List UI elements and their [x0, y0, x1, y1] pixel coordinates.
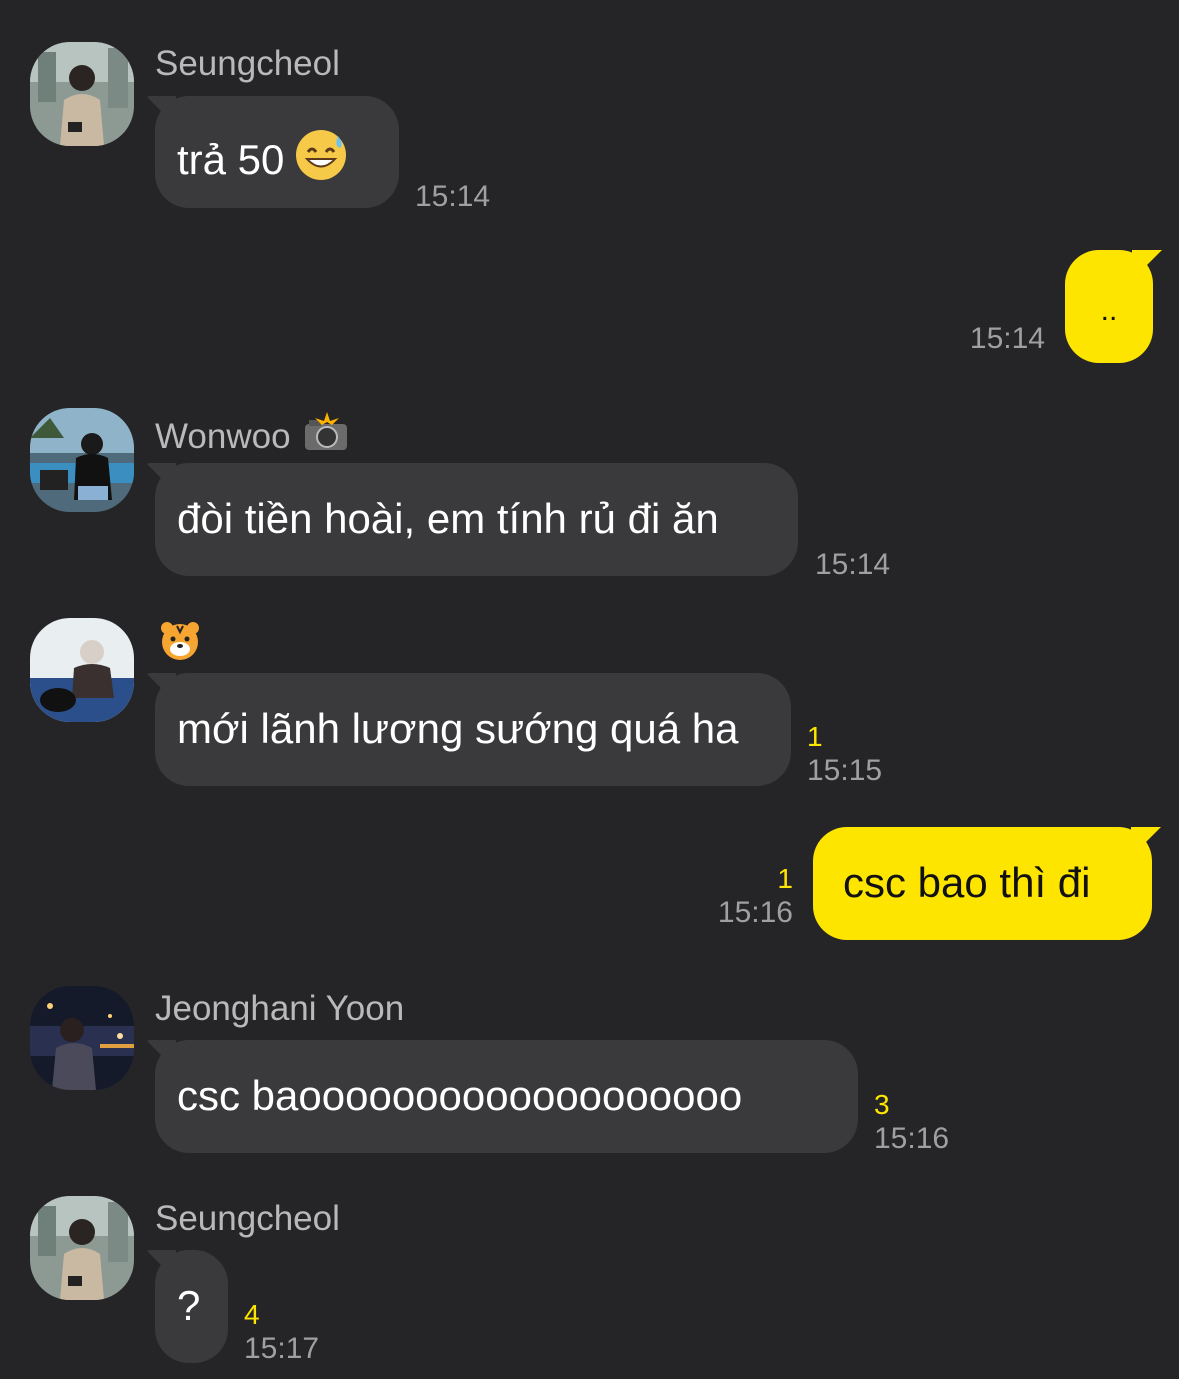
tiger-face-icon [159, 620, 201, 671]
outgoing-message-bubble[interactable]: .. [1065, 250, 1153, 363]
camera-flash-icon [303, 412, 349, 461]
outgoing-message-bubble[interactable]: csc bao thì đi [813, 827, 1152, 940]
message-bubble[interactable]: ? [155, 1250, 228, 1363]
sender-name [155, 620, 201, 671]
message-text: mới lãnh lương sướng quá ha [177, 705, 739, 752]
timestamp: 15:14 [969, 322, 1045, 355]
message-text: csc bao thì đi [843, 859, 1091, 906]
timestamp: 15:14 [415, 180, 491, 213]
avatar-seungcheol[interactable] [30, 42, 134, 146]
unread-count: 1 [777, 863, 793, 894]
timestamp: 15:16 [874, 1122, 950, 1155]
message-text: ? [177, 1282, 201, 1329]
unread-count: 1 [807, 721, 823, 752]
avatar-jeonghani-yoon[interactable] [30, 986, 134, 1090]
avatar-seungcheol[interactable] [30, 1196, 134, 1300]
message-meta: 1 15:15 [807, 720, 882, 788]
sender-name: Jeonghani Yoon [155, 989, 405, 1028]
timestamp: 15:15 [807, 754, 883, 787]
timestamp: 15:14 [815, 548, 891, 581]
message-text: đòi tiền hoài, em tính rủ đi ăn [177, 495, 719, 542]
unread-count: 4 [244, 1299, 260, 1330]
message-text: trả 50 [177, 136, 285, 183]
message-meta: 15:14 [815, 548, 890, 582]
message-meta: 15:14 [415, 180, 490, 214]
message-bubble[interactable]: mới lãnh lương sướng quá ha [155, 673, 791, 786]
message-meta: 4 15:17 [244, 1298, 319, 1366]
grinning-sweat-emoji-icon [294, 128, 348, 192]
avatar-tiger-user[interactable] [30, 618, 134, 722]
timestamp: 15:17 [244, 1332, 320, 1365]
message-meta: 1 15:16 [700, 862, 793, 930]
sender-name-text: Wonwoo [155, 417, 291, 456]
sender-name: Seungcheol [155, 44, 340, 83]
timestamp: 15:16 [717, 896, 793, 929]
avatar-wonwoo[interactable] [30, 408, 134, 512]
message-text: csc baooooooooooooooooooo [177, 1072, 743, 1119]
message-bubble[interactable]: trả 50 [155, 96, 399, 208]
sender-name: Seungcheol [155, 1199, 340, 1238]
sender-name: Wonwoo [155, 412, 349, 461]
message-meta: 3 15:16 [874, 1088, 949, 1156]
message-bubble[interactable]: đòi tiền hoài, em tính rủ đi ăn [155, 463, 798, 576]
message-text: .. [1100, 294, 1118, 327]
chat-room: Seungcheol trả 50 15:14 .. 15:14 Wonwoo … [0, 0, 1179, 1379]
message-bubble[interactable]: csc baooooooooooooooooooo [155, 1040, 858, 1153]
message-meta: 15:14 [940, 322, 1045, 356]
unread-count: 3 [874, 1089, 890, 1120]
